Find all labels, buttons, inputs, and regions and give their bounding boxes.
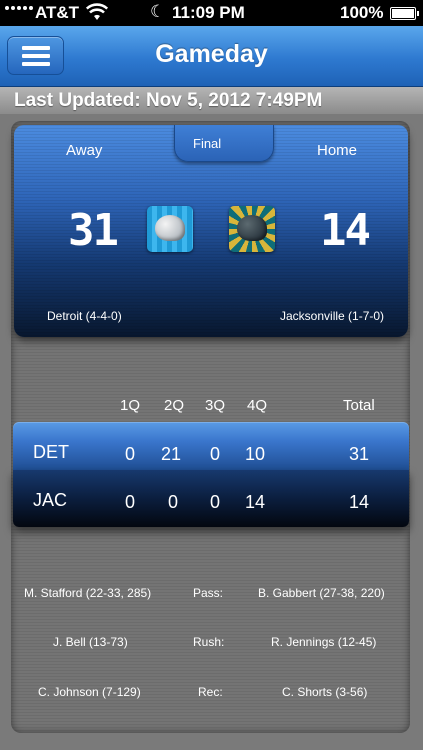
status-bar: AT&T ☾ 11:09 PM 100% (0, 0, 423, 26)
last-updated-text: Last Updated: Nov 5, 2012 7:49PM (14, 90, 323, 111)
game-status: Final (193, 136, 222, 151)
total-score: 31 (349, 444, 370, 464)
battery-icon (390, 7, 419, 20)
moon-icon: ☾ (150, 2, 166, 21)
header-4q: 4Q (247, 397, 268, 414)
status-tab (174, 125, 274, 162)
quarter-score: 14 (245, 492, 266, 512)
status-time: 11:09 PM (172, 3, 245, 22)
helmet-icon (155, 215, 185, 241)
home-label: Home (317, 142, 358, 159)
last-updated-bar: Last Updated: Nov 5, 2012 7:49PM (0, 87, 423, 114)
navigation-bar: Gameday (0, 26, 423, 87)
team-abbr: JAC (33, 490, 68, 510)
quarter-score: 0 (210, 444, 221, 464)
home-rec-leader: C. Shorts (3-56) (282, 685, 368, 699)
carrier-name: AT&T (35, 3, 80, 22)
home-team-name: Jacksonville (1-7-0) (280, 309, 385, 323)
rush-label: Rush: (193, 635, 225, 649)
signal-icon (5, 6, 33, 10)
quarter-score: 0 (168, 492, 179, 512)
quarter-score: 21 (161, 444, 182, 464)
away-rush-leader: J. Bell (13-73) (53, 635, 128, 649)
home-score: 14 (320, 205, 371, 256)
away-rec-leader: C. Johnson (7-129) (38, 685, 141, 699)
team-abbr: DET (33, 442, 69, 462)
page-title: Gameday (155, 40, 268, 68)
total-score: 14 (349, 492, 370, 512)
battery-percent: 100% (340, 3, 384, 22)
pass-label: Pass: (193, 586, 224, 600)
jaguars-logo-icon (229, 206, 275, 252)
away-label: Away (66, 142, 103, 159)
quarter-score: 10 (245, 444, 266, 464)
header-1q: 1Q (120, 397, 141, 414)
quarter-score: 0 (125, 492, 136, 512)
wifi-icon (85, 3, 109, 26)
quarter-score: 0 (210, 492, 221, 512)
away-pass-leader: M. Stafford (22-33, 285) (24, 586, 152, 600)
away-score: 31 (68, 205, 119, 256)
home-pass-leader: B. Gabbert (27-38, 220) (258, 586, 385, 600)
rec-label: Rec: (198, 685, 223, 699)
header-2q: 2Q (164, 397, 185, 414)
header-3q: 3Q (205, 397, 226, 414)
home-rush-leader: R. Jennings (12-45) (271, 635, 377, 649)
helmet-icon (237, 215, 267, 241)
quarter-score: 0 (125, 444, 136, 464)
lions-logo-icon (147, 206, 193, 252)
away-team-name: Detroit (4-4-0) (47, 309, 122, 323)
header-total: Total (343, 397, 375, 414)
